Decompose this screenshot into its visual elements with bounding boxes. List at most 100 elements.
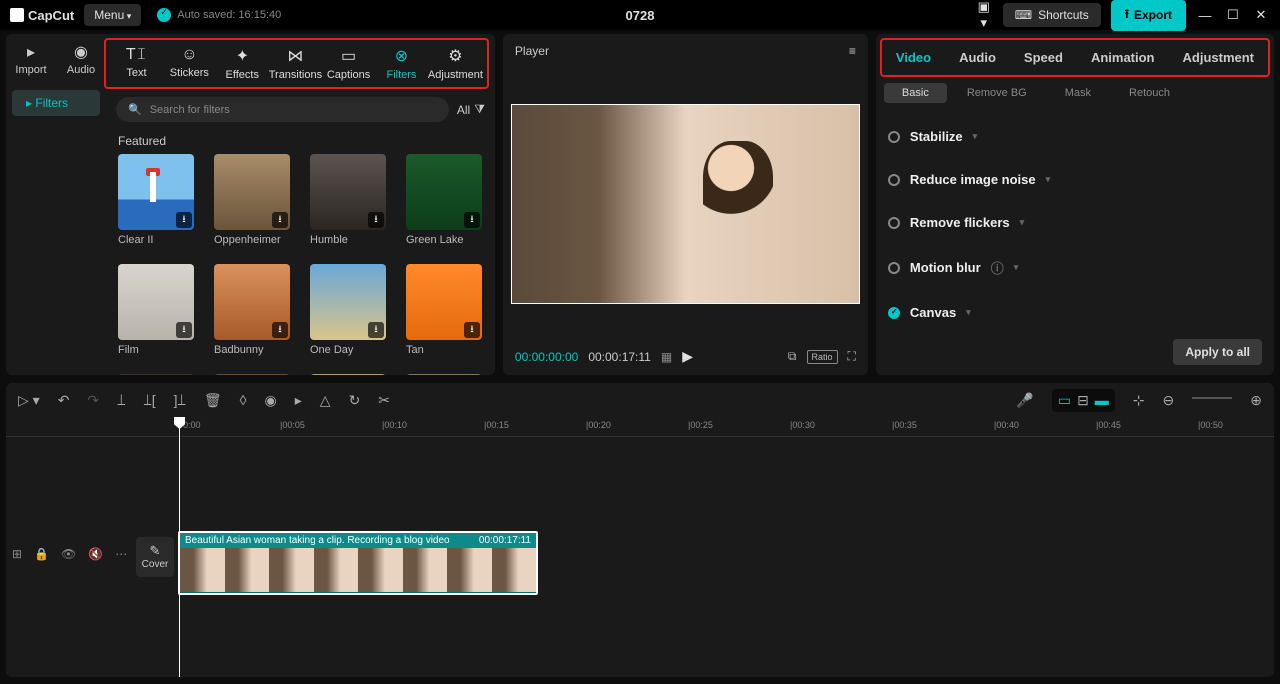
- split-left-tool[interactable]: ⟘[: [143, 392, 155, 409]
- zoom-in-button[interactable]: ⊕: [1250, 392, 1262, 409]
- timeline[interactable]: 00:00|00:05|00:10|00:15|00:20|00:25|00:3…: [6, 417, 1274, 677]
- filter-name: Badbunny: [214, 340, 290, 356]
- zoom-out-button[interactable]: ⊖: [1163, 392, 1175, 409]
- align-button[interactable]: ⊹: [1133, 392, 1145, 409]
- tab-audio[interactable]: Audio: [945, 40, 1010, 75]
- subtab-removebg[interactable]: Remove BG: [949, 83, 1045, 103]
- filter-item[interactable]: ⭳Oppenheimer: [214, 154, 290, 246]
- crop-tool[interactable]: ✂: [378, 392, 390, 409]
- eye-icon[interactable]: 👁: [61, 547, 76, 561]
- info-icon[interactable]: ⓘ: [991, 258, 1004, 277]
- tool-tab-effects[interactable]: ✦Effects: [216, 42, 269, 85]
- tab-speed[interactable]: Speed: [1010, 40, 1077, 75]
- download-icon[interactable]: ⭳: [464, 212, 480, 228]
- download-icon[interactable]: ⭳: [176, 322, 192, 338]
- pointer-tool[interactable]: ▷ ▾: [18, 392, 40, 409]
- search-input[interactable]: 🔍 Search for filters: [116, 97, 449, 122]
- filter-item[interactable]: ⭳Green Lake: [406, 154, 482, 246]
- tab-adjustment[interactable]: Adjustment: [1169, 40, 1269, 75]
- checkbox[interactable]: [888, 307, 900, 319]
- play-button[interactable]: ▶: [682, 348, 693, 365]
- more-icon[interactable]: ⋯: [115, 547, 127, 561]
- rotate-tool[interactable]: ↻: [349, 392, 361, 409]
- export-button[interactable]: ⭱ Export: [1111, 0, 1186, 31]
- checkbox[interactable]: [888, 174, 900, 186]
- delete-tool[interactable]: 🗑: [204, 392, 222, 409]
- filter-item[interactable]: ⭳Film: [118, 264, 194, 356]
- cover-button[interactable]: ✎ Cover: [136, 537, 174, 577]
- preview-tool[interactable]: ▸: [295, 392, 302, 409]
- checkbox[interactable]: [888, 217, 900, 229]
- zoom-slider[interactable]: [1192, 397, 1232, 399]
- mirror-tool[interactable]: △: [320, 392, 331, 409]
- tab-video[interactable]: Video: [882, 40, 945, 75]
- maximize-button[interactable]: ☐: [1224, 7, 1242, 23]
- subtab-mask[interactable]: Mask: [1047, 83, 1109, 103]
- filter-item[interactable]: ⭳Clear II: [118, 154, 194, 246]
- split-right-tool[interactable]: ]⟘: [174, 392, 186, 409]
- filter-item[interactable]: ⭳ Badbunny: [214, 264, 290, 356]
- player-canvas[interactable]: [511, 104, 860, 304]
- download-icon[interactable]: ⭳: [368, 212, 384, 228]
- lock-icon[interactable]: 🔒: [34, 547, 49, 561]
- download-icon[interactable]: ⭳: [272, 322, 288, 338]
- fullscreen-icon[interactable]: ⛶: [848, 349, 856, 364]
- undo-button[interactable]: ↶: [58, 392, 70, 409]
- all-filter-button[interactable]: All ⧩: [457, 102, 485, 117]
- download-icon[interactable]: ⭳: [272, 212, 288, 228]
- tool-tab-adjustment[interactable]: ⚙Adjustment: [428, 42, 483, 85]
- tool-tab-transitions[interactable]: ⋈Transitions: [269, 42, 322, 85]
- subtab-retouch[interactable]: Retouch: [1111, 83, 1188, 103]
- timeline-clip[interactable]: Beautiful Asian woman taking a clip. Rec…: [178, 531, 538, 595]
- player-menu-icon[interactable]: ≡: [849, 44, 856, 58]
- filter-item[interactable]: ⭳Humble: [310, 154, 386, 246]
- redo-button[interactable]: ↷: [87, 392, 99, 409]
- record-tool[interactable]: ◉: [265, 392, 277, 409]
- expand-icon[interactable]: ⊞: [12, 547, 22, 561]
- tool-tab-captions[interactable]: ▭Captions: [322, 42, 375, 85]
- tool-tab-stickers[interactable]: ☺Stickers: [163, 42, 216, 85]
- inspector-row[interactable]: Canvas▾: [888, 291, 1262, 334]
- download-icon[interactable]: ⭳: [176, 212, 192, 228]
- grid-icon[interactable]: ▦: [661, 350, 672, 364]
- layout-icon[interactable]: ▣ ▾: [975, 0, 993, 31]
- filters-panel: ▸ Import ◉ Audio ▸ Filters T𝙸Text ☺Stick…: [6, 34, 495, 375]
- download-icon[interactable]: ⭳: [464, 322, 480, 338]
- timeline-ruler[interactable]: 00:00|00:05|00:10|00:15|00:20|00:25|00:3…: [6, 417, 1274, 437]
- filter-item[interactable]: [310, 374, 386, 375]
- shortcuts-button[interactable]: ⌨ Shortcuts: [1003, 3, 1101, 27]
- link-button[interactable]: ⊟: [1077, 392, 1089, 409]
- close-button[interactable]: ✕: [1252, 7, 1270, 23]
- tool-tab-text[interactable]: T𝙸Text: [110, 42, 163, 85]
- mute-icon[interactable]: 🔇: [88, 547, 103, 561]
- checkbox[interactable]: [888, 131, 900, 143]
- import-tab[interactable]: ▸ Import: [6, 34, 56, 82]
- download-icon[interactable]: ⭳: [368, 322, 384, 338]
- audio-tab[interactable]: ◉ Audio: [56, 34, 106, 82]
- mic-icon[interactable]: 🎤: [1016, 392, 1033, 409]
- subtab-basic[interactable]: Basic: [884, 83, 947, 103]
- filter-item[interactable]: [406, 374, 482, 375]
- filter-item[interactable]: ⭳One Day: [310, 264, 386, 356]
- inspector-row[interactable]: Remove flickers▾: [888, 201, 1262, 244]
- inspector-row[interactable]: Motion blurⓘ▾: [888, 244, 1262, 291]
- checkbox[interactable]: [888, 262, 900, 274]
- sidebar-item-filters[interactable]: ▸ Filters: [12, 90, 100, 116]
- tool-tab-filters[interactable]: ⊗Filters: [375, 42, 428, 85]
- filter-item[interactable]: [118, 374, 194, 375]
- filter-item[interactable]: ⭳Tan: [406, 264, 482, 356]
- apply-all-button[interactable]: Apply to all: [1173, 339, 1262, 365]
- preview-button[interactable]: ▬: [1095, 392, 1109, 409]
- menu-button[interactable]: Menu: [84, 4, 141, 26]
- ratio-button[interactable]: Ratio: [807, 350, 838, 364]
- inspector-row[interactable]: Reduce image noise▾: [888, 158, 1262, 201]
- marker-tool[interactable]: ◊: [240, 392, 247, 408]
- inspector-row[interactable]: Stabilize▾: [888, 115, 1262, 158]
- inspector-row-label: Canvas: [910, 305, 956, 320]
- split-tool[interactable]: ⟘: [117, 392, 125, 409]
- scan-icon[interactable]: ⧉: [788, 349, 797, 364]
- minimize-button[interactable]: —: [1196, 8, 1214, 23]
- filter-item[interactable]: [214, 374, 290, 375]
- tab-animation[interactable]: Animation: [1077, 40, 1169, 75]
- snap-button[interactable]: ▭: [1058, 392, 1071, 409]
